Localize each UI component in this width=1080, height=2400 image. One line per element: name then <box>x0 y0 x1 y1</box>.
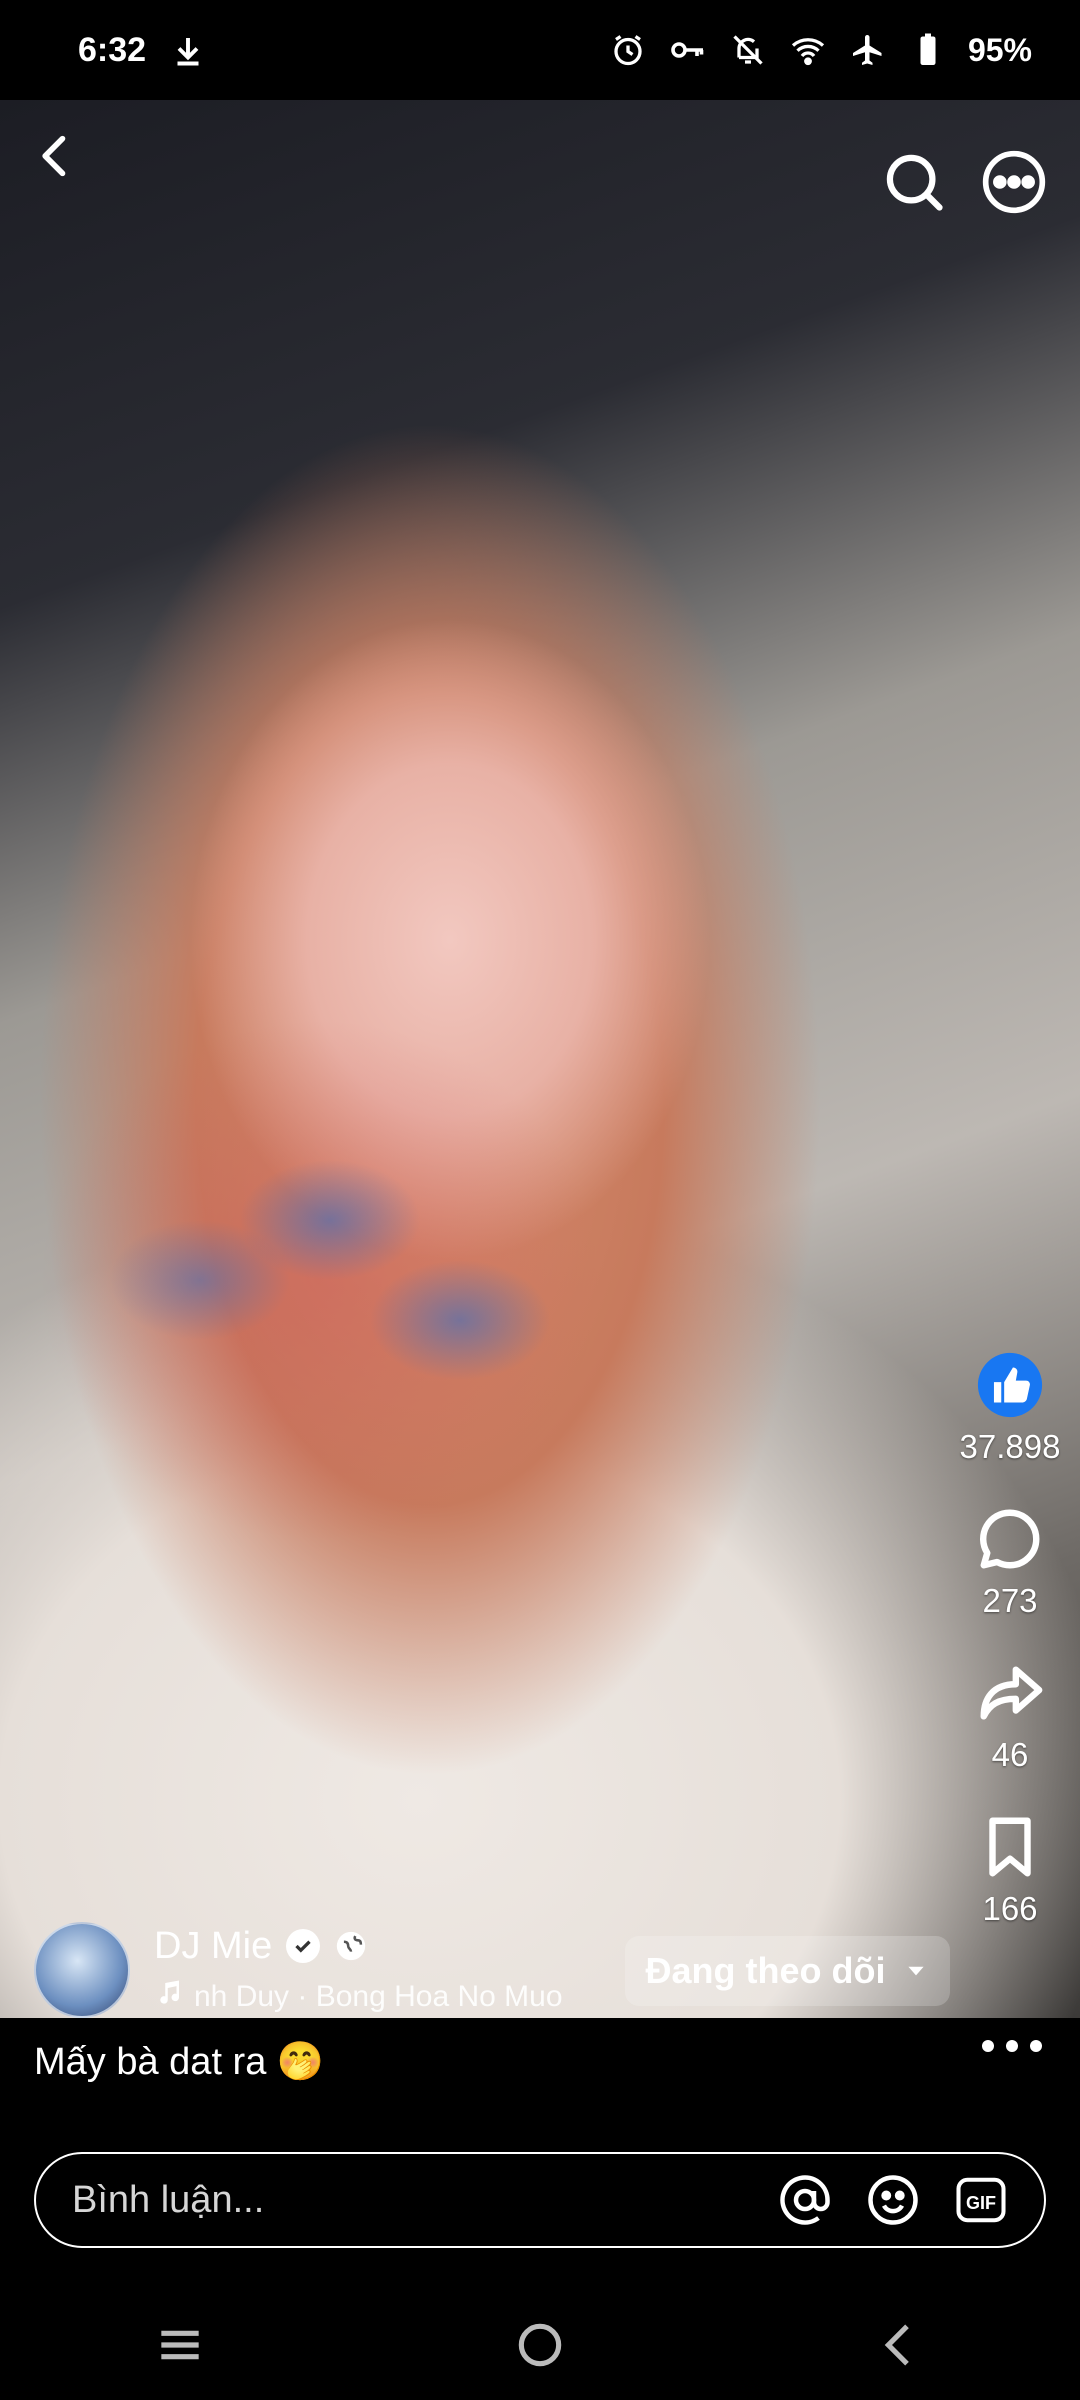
comment-button[interactable]: 273 <box>975 1504 1045 1620</box>
alarm-icon <box>608 30 648 70</box>
video-player[interactable] <box>0 100 1080 2018</box>
share-arrow-icon <box>975 1658 1045 1728</box>
like-button[interactable]: 37.898 <box>959 1350 1061 1466</box>
author-section: DJ Mie nh Duy · Bong Hoa No Muo <box>34 1922 604 2018</box>
search-icon[interactable] <box>880 148 948 216</box>
following-button[interactable]: Đang theo dõi <box>625 1936 950 2006</box>
share-button[interactable]: 46 <box>975 1658 1045 1774</box>
home-icon[interactable] <box>505 2310 575 2380</box>
emoji-icon[interactable] <box>866 2173 920 2227</box>
action-bar: 37.898 273 46 166 <box>950 1350 1070 1966</box>
recent-apps-icon[interactable] <box>145 2310 215 2380</box>
video-frame <box>0 100 1080 2018</box>
system-nav-bar <box>0 2290 1080 2400</box>
battery-level: 95% <box>967 31 1032 68</box>
vpn-key-icon <box>668 30 708 70</box>
share-count: 46 <box>991 1736 1029 1773</box>
airplane-icon <box>848 30 888 70</box>
comment-bar: GIF <box>34 2152 1046 2248</box>
like-count: 37.898 <box>959 1428 1061 1465</box>
wifi-icon <box>788 30 828 70</box>
gif-icon[interactable]: GIF <box>954 2173 1008 2227</box>
status-bar: 6:32 95% <box>0 0 1080 100</box>
back-arrow-icon[interactable] <box>30 128 82 184</box>
music-note-icon <box>154 1978 184 2016</box>
thumbs-up-icon <box>975 1350 1045 1420</box>
author-name[interactable]: DJ Mie <box>154 1925 272 1968</box>
status-time: 6:32 <box>78 30 147 69</box>
mute-icon <box>728 30 768 70</box>
more-options-icon[interactable] <box>980 148 1048 216</box>
caption-more-icon[interactable] <box>982 2040 1042 2060</box>
avatar[interactable] <box>34 1922 130 2018</box>
comment-count: 273 <box>982 1582 1038 1619</box>
comment-input[interactable] <box>72 2178 744 2222</box>
save-button[interactable]: 166 <box>975 1812 1045 1928</box>
music-track[interactable]: nh Duy · Bong Hoa No Muo <box>194 1980 563 2014</box>
battery-icon <box>908 30 948 70</box>
mention-icon[interactable] <box>778 2173 832 2227</box>
download-icon <box>168 30 208 70</box>
back-nav-icon[interactable] <box>865 2310 935 2380</box>
post-caption: Mấy bà dat ra 🤭 <box>34 2041 325 2083</box>
following-label: Đang theo dõi <box>645 1950 886 1991</box>
globe-icon <box>334 1929 368 1963</box>
comment-icon <box>975 1504 1045 1574</box>
bookmark-icon <box>975 1812 1045 1882</box>
caret-down-icon <box>903 1950 929 1992</box>
svg-text:GIF: GIF <box>966 2193 996 2213</box>
verified-badge-icon <box>286 1929 321 1963</box>
save-count: 166 <box>982 1890 1038 1927</box>
